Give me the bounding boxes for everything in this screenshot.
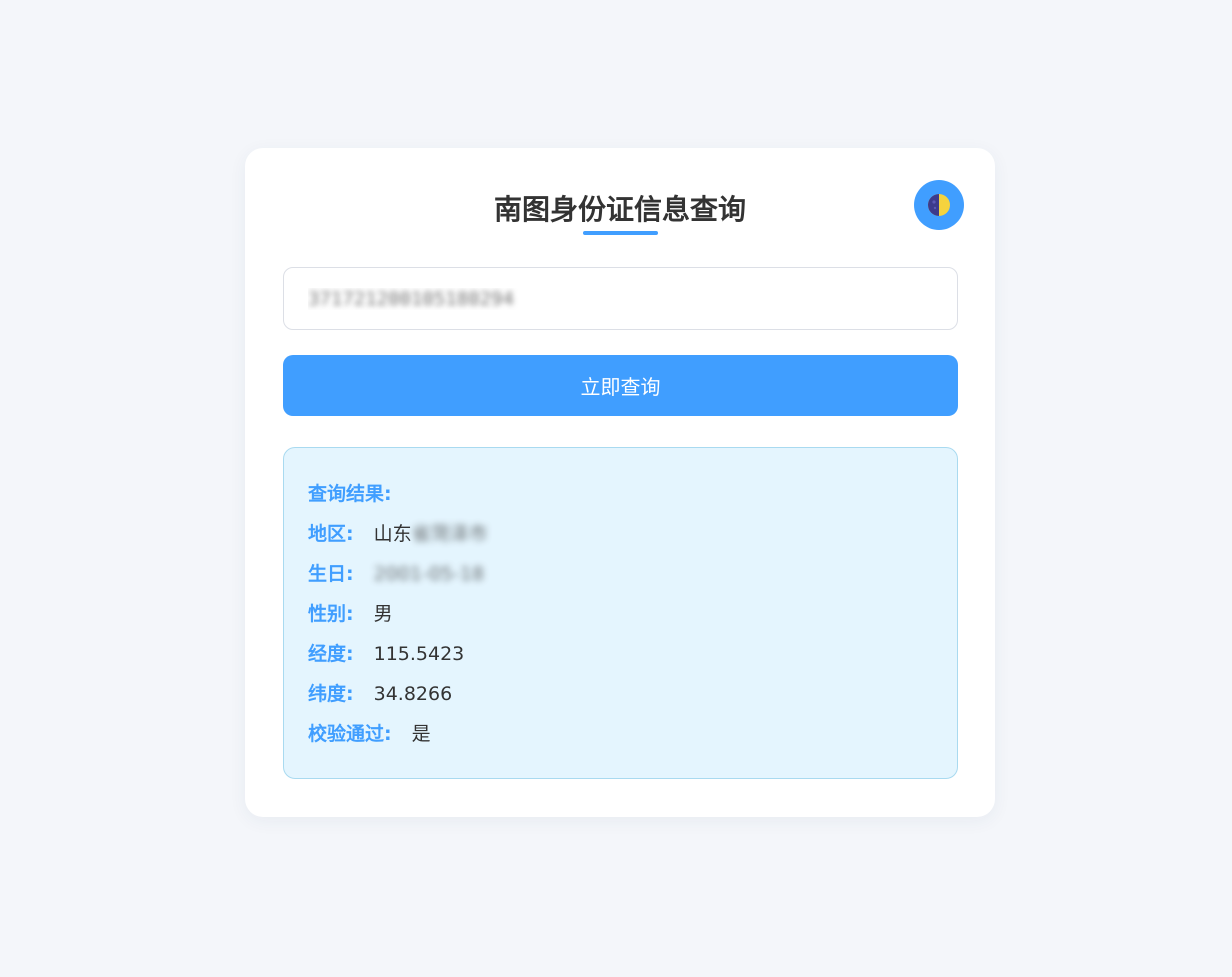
query-button[interactable]: 立即查询 (283, 355, 958, 416)
result-row-longitude: 经度: 115.5423 (308, 638, 933, 678)
region-value-masked: 省菏泽市 (411, 523, 488, 545)
birthday-label: 生日: (308, 563, 354, 585)
theme-toggle-button[interactable] (914, 180, 964, 230)
result-row-birthday: 生日: 2001-05-18 (308, 558, 933, 598)
latitude-label: 纬度: (308, 683, 354, 705)
longitude-value: 115.5423 (373, 643, 465, 665)
verified-value: 是 (411, 723, 431, 745)
gender-value: 男 (373, 603, 393, 625)
result-row-region: 地区: 山东省菏泽市 (308, 518, 933, 558)
result-title: 查询结果: (308, 483, 392, 505)
result-panel: 查询结果: 地区: 山东省菏泽市 生日: 2001-05-18 性别: 男 经度: 11… (283, 447, 958, 779)
birthday-value: 2001-05-18 (373, 563, 485, 585)
title-underline (583, 231, 658, 235)
latitude-value: 34.8266 (373, 683, 453, 705)
half-moon-icon (928, 194, 950, 216)
result-row-verified: 校验通过: 是 (308, 718, 933, 758)
query-card: 南图身份证信息查询 立即查询 查询结果: 地区: 山东省菏泽市 生日: 2001-0… (245, 148, 995, 817)
page-title: 南图身份证信息查询 (493, 193, 746, 226)
id-number-input[interactable] (283, 267, 958, 330)
verified-label: 校验通过: (308, 723, 392, 745)
region-value-visible: 山东 (373, 523, 412, 545)
longitude-label: 经度: (308, 643, 354, 665)
result-row-latitude: 纬度: 34.8266 (308, 678, 933, 718)
region-label: 地区: (308, 523, 354, 545)
result-row-gender: 性别: 男 (308, 598, 933, 638)
region-value: 山东省菏泽市 (374, 518, 488, 550)
gender-label: 性别: (308, 603, 354, 625)
